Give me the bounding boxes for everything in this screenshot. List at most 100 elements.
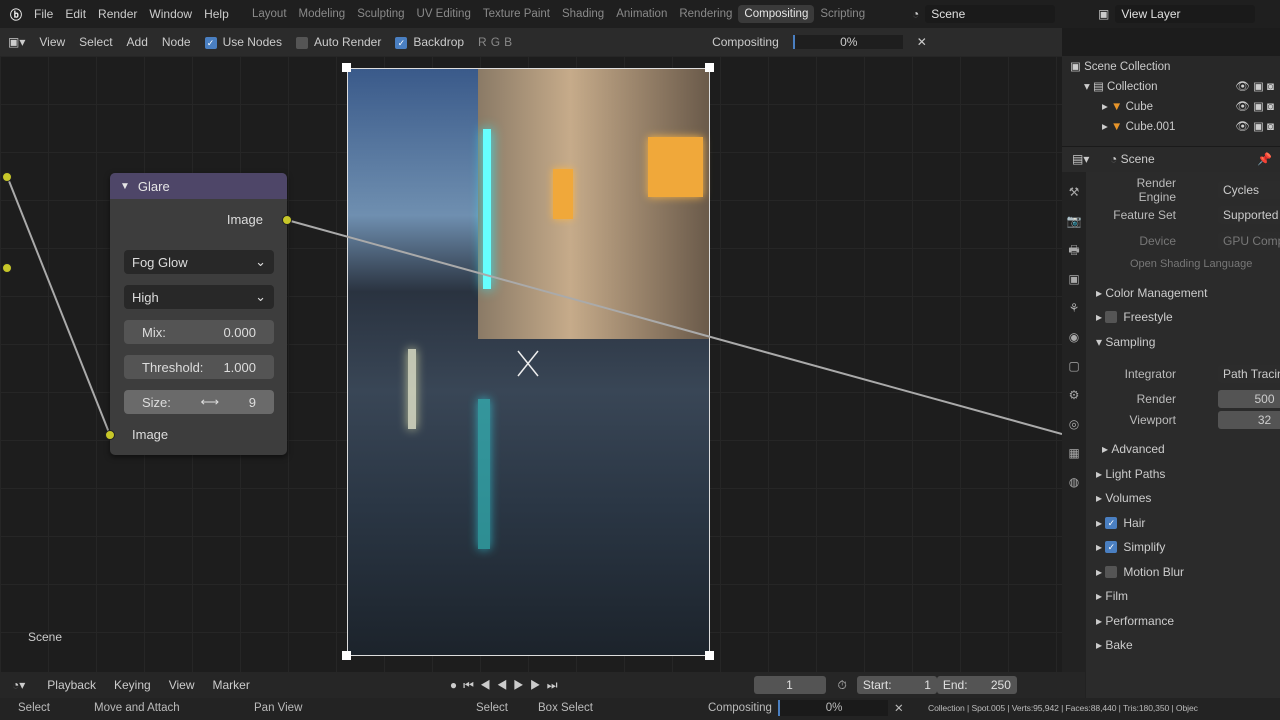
device-dropdown[interactable]: GPU Compute — [1218, 232, 1280, 250]
menu-help[interactable]: Help — [204, 7, 229, 21]
tab-sculpting[interactable]: Sculpting — [351, 5, 410, 23]
view-layer-selector[interactable]: View Layer — [1115, 5, 1256, 23]
timeline-type-icon[interactable]: ◔▾ — [12, 678, 25, 692]
mix-field[interactable]: Mix: 0.000 — [124, 320, 274, 344]
feature-set-dropdown[interactable]: Supported — [1218, 206, 1280, 224]
menu-select[interactable]: Select — [79, 35, 112, 49]
visibility-icon[interactable]: 👁 ▣ ◙ — [1235, 79, 1274, 93]
integrator-dropdown[interactable]: Path Tracing — [1218, 365, 1280, 383]
menu-node[interactable]: Node — [162, 35, 191, 49]
glare-type-value: Fog Glow — [132, 254, 188, 270]
tab-uv-editing[interactable]: UV Editing — [411, 5, 477, 23]
stopwatch-icon[interactable]: ⏱ — [838, 678, 847, 693]
view-layer-icon[interactable]: ▣ — [1098, 7, 1109, 21]
auto-render-checkbox[interactable]: Auto Render — [295, 35, 381, 49]
panel-simplify[interactable]: ▸ ✓ Simplify — [1096, 537, 1272, 557]
menu-file[interactable]: File — [34, 7, 53, 21]
render-engine-dropdown[interactable]: Cycles — [1218, 181, 1280, 199]
socket[interactable] — [2, 172, 12, 182]
outliner-item-cube[interactable]: ▸ ▼ Cube 👁 ▣ ◙ — [1102, 99, 1274, 113]
threshold-value: 1.000 — [223, 359, 256, 375]
glare-type-dropdown[interactable]: Fog Glow ⌄ — [124, 250, 274, 274]
status-move: Move and Attach — [94, 702, 180, 714]
backdrop-center-cross-icon[interactable] — [517, 350, 539, 377]
collection-row[interactable]: ▾ ▤ Collection 👁 ▣ ◙ — [1084, 79, 1274, 93]
menu-window[interactable]: Window — [149, 7, 192, 21]
tab-animation[interactable]: Animation — [610, 5, 673, 23]
tab-layout[interactable]: Layout — [246, 5, 293, 23]
job-progress: 0% — [792, 35, 903, 49]
tab-compositing[interactable]: Compositing — [738, 5, 815, 23]
tab-texture-paint[interactable]: Texture Paint — [477, 5, 556, 23]
start-frame-field[interactable]: Start: 1 — [856, 676, 937, 694]
current-frame-field[interactable]: 1 — [753, 676, 826, 694]
tab-modeling[interactable]: Modeling — [293, 5, 352, 23]
end-frame-field[interactable]: End: 250 — [936, 676, 1017, 694]
backdrop-checkbox[interactable]: ✓ Backdrop — [395, 35, 464, 49]
status-select: Select — [18, 702, 50, 714]
render-engine-row: Render Engine Cycles — [1096, 176, 1280, 204]
properties-header: ▤▾ ◔ Scene 📌 — [1062, 146, 1280, 172]
editor-type-icon[interactable]: ▣▾ — [8, 35, 25, 49]
use-nodes-checkbox[interactable]: ✓ Use Nodes — [204, 35, 282, 49]
panel-volumes[interactable]: ▸ Volumes — [1096, 488, 1272, 508]
render-samples-field[interactable]: 500 — [1218, 390, 1280, 408]
socket[interactable] — [2, 263, 12, 273]
osl-checkbox[interactable]: Open Shading Language — [1130, 254, 1272, 274]
viewport-samples-field[interactable]: 32 — [1218, 411, 1280, 429]
output-socket[interactable] — [282, 215, 292, 225]
panel-light-paths[interactable]: ▸ Light Paths — [1096, 464, 1272, 484]
channel-b[interactable]: B — [504, 35, 512, 49]
threshold-label: Threshold: — [142, 359, 204, 375]
node-editor[interactable]: ▼ Glare Image Fog Glow ⌄ High ⌄ Mix: 0.000 T… — [0, 56, 1062, 672]
menu-render[interactable]: Render — [98, 7, 137, 21]
playback-controls[interactable]: ●⏮◀◀▶▶⏭ — [450, 678, 564, 693]
blender-logo-icon[interactable]: ⓑ — [10, 6, 22, 23]
panel-advanced[interactable]: ▸ Advanced — [1102, 439, 1272, 459]
panel-film[interactable]: ▸ Film — [1096, 586, 1272, 606]
scene-selector[interactable]: Scene — [925, 5, 1056, 23]
scene-collection[interactable]: ▣ Scene Collection — [1070, 59, 1170, 73]
panel-hair[interactable]: ▸ ✓ Hair — [1096, 513, 1272, 533]
glare-node[interactable]: ▼ Glare Image Fog Glow ⌄ High ⌄ Mix: 0.000 T… — [105, 173, 292, 455]
channel-g[interactable]: G — [491, 35, 500, 49]
scene-icon[interactable]: ◔ — [912, 7, 919, 21]
tab-rendering[interactable]: Rendering — [673, 5, 738, 23]
cancel-job-icon[interactable]: ✕ — [917, 35, 927, 49]
mix-label: Mix: — [142, 324, 166, 340]
menu-add[interactable]: Add — [127, 35, 148, 49]
channel-r[interactable]: R — [478, 35, 487, 49]
menu-keying[interactable]: Keying — [114, 678, 151, 692]
pin-icon[interactable]: 📌 — [1257, 152, 1272, 166]
status-cancel-icon[interactable]: ✕ — [894, 701, 904, 715]
feature-set-row: Feature Set Supported — [1096, 205, 1280, 225]
outliner-item-cube-001[interactable]: ▸ ▼ Cube.001 👁 ▣ ◙ — [1102, 119, 1274, 133]
threshold-field[interactable]: Threshold: 1.000 — [124, 355, 274, 379]
quality-dropdown[interactable]: High ⌄ — [124, 285, 274, 309]
menu-edit[interactable]: Edit — [65, 7, 86, 21]
tab-icons[interactable]: ⚒ 📷 🖶 ▣ ⚘ ◉ ▢ ⚙ ◎ ▦ ◍ — [1062, 172, 1086, 497]
tab-shading[interactable]: Shading — [556, 5, 610, 23]
menu-playback[interactable]: Playback — [47, 678, 96, 692]
collapse-icon[interactable]: ▼ — [120, 181, 130, 192]
visibility-icon[interactable]: 👁 ▣ ◙ — [1235, 119, 1274, 133]
panel-bake[interactable]: ▸ Bake — [1096, 635, 1272, 655]
panel-performance[interactable]: ▸ Performance — [1096, 611, 1272, 631]
status-progress: 0% — [778, 700, 888, 716]
panel-motion-blur[interactable]: ▸ Motion Blur — [1096, 562, 1272, 582]
menu-marker[interactable]: Marker — [212, 678, 249, 692]
glare-node-header[interactable]: ▼ Glare — [110, 173, 287, 199]
input-socket[interactable] — [105, 430, 115, 440]
size-field[interactable]: Size: ⟷ 9 — [124, 390, 274, 414]
panel-color-management[interactable]: ▸ Color Management — [1096, 283, 1272, 303]
menu-view[interactable]: View — [39, 35, 65, 49]
menu-view[interactable]: View — [169, 678, 195, 692]
status-select-2: Select — [476, 702, 508, 714]
tab-scripting[interactable]: Scripting — [814, 5, 871, 23]
properties-tabs: ⚒ 📷 🖶 ▣ ⚘ ◉ ▢ ⚙ ◎ ▦ ◍ — [1062, 172, 1086, 698]
panel-freestyle[interactable]: ▸ Freestyle — [1096, 307, 1272, 327]
panel-sampling[interactable]: ▾ Sampling — [1096, 332, 1272, 352]
properties-type-icon[interactable]: ▤▾ — [1072, 152, 1089, 166]
scene-stats: Collection | Spot.005 | Verts:95,942 | F… — [928, 703, 1198, 713]
visibility-icon[interactable]: 👁 ▣ ◙ — [1235, 99, 1274, 113]
